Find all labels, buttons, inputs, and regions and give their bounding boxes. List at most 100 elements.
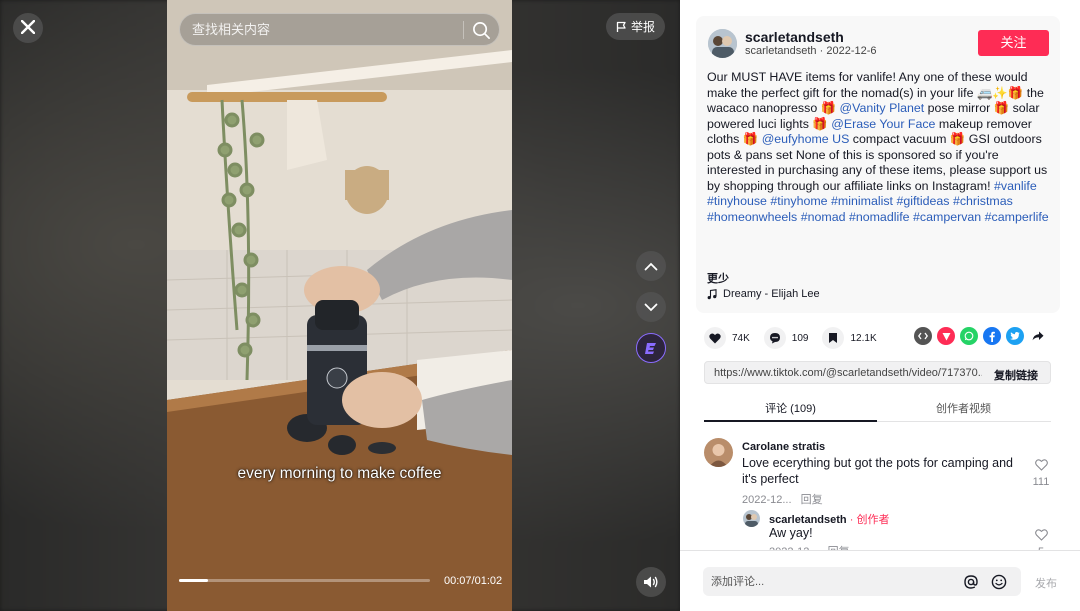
author-username[interactable]: scarletandseth — [745, 29, 844, 45]
comment-bar: 发布 — [680, 550, 1080, 611]
author-subline: scarletandseth · 2022-12-6 — [745, 45, 877, 57]
chevron-down-icon — [644, 303, 658, 311]
music-title: Dreamy - Elijah Lee — [723, 288, 820, 300]
hashtag-link[interactable]: #nomad — [801, 210, 846, 224]
volume-button[interactable] — [636, 567, 666, 597]
music-note-icon — [707, 288, 717, 299]
active-tab-indicator — [704, 420, 877, 422]
search-input[interactable] — [192, 14, 462, 45]
hashtag-link[interactable]: #vanlife — [994, 179, 1037, 193]
video-frame[interactable]: every morning to make coffee — [167, 0, 512, 611]
tabs: 评论 (109) 创作者视频 — [704, 392, 1051, 422]
progress-bar[interactable] — [179, 579, 430, 582]
next-video-button[interactable] — [636, 292, 666, 322]
heart-outline-icon — [1034, 529, 1048, 541]
commenter-avatar-image — [704, 438, 733, 467]
comment-count: 109 — [791, 332, 809, 344]
time-display: 00:07/01:02 — [444, 575, 503, 587]
at-mention-icon[interactable] — [963, 574, 979, 590]
share-link-url[interactable]: https://www.tiktok.com/@scarletandseth/v… — [714, 367, 982, 379]
creator-badge: 创作者 — [856, 514, 890, 526]
video-description: Our MUST HAVE items for vanlife! Any one… — [707, 70, 1053, 225]
effect-button[interactable] — [636, 333, 666, 363]
effect-icon — [645, 343, 656, 354]
video-scene — [167, 0, 512, 611]
tab-comments[interactable]: 评论 (109) — [704, 400, 877, 416]
comment-text: Love ecerything but got the pots for cam… — [742, 456, 1014, 486]
facebook-icon[interactable] — [983, 327, 1001, 345]
hashtag-link[interactable]: #giftideas — [896, 194, 949, 208]
details-panel: scarletandseth scarletandseth · 2022-12-… — [680, 0, 1080, 611]
save-button[interactable]: 12.1K — [822, 327, 877, 349]
comment-input-wrapper[interactable] — [703, 567, 1021, 596]
mention-link[interactable]: @Vanity Planet — [840, 101, 925, 115]
share-arrow-icon[interactable] — [1029, 327, 1047, 345]
engagement-stats: 74K 109 12.1K — [704, 327, 891, 349]
heart-icon — [704, 327, 726, 349]
comment-input[interactable] — [711, 567, 951, 596]
whatsapp-icon[interactable] — [960, 327, 978, 345]
copy-link-button[interactable]: 复制链接 — [994, 367, 1038, 383]
volume-icon — [644, 576, 658, 588]
search-icon[interactable] — [472, 21, 491, 40]
hashtag-link[interactable]: #christmas — [953, 194, 1013, 208]
search-divider — [463, 21, 464, 39]
follow-button[interactable]: 关注 — [978, 30, 1049, 56]
reply-button[interactable]: 回复 — [801, 494, 823, 506]
comment-like[interactable]: 111 — [1031, 458, 1051, 488]
video-caption: every morning to make coffee — [237, 465, 442, 482]
flag-icon — [616, 21, 626, 32]
hashtag-link[interactable]: #nomadlife — [849, 210, 910, 224]
hashtag-link[interactable]: #camperlife — [985, 210, 1049, 224]
report-button[interactable]: 举报 — [606, 13, 665, 40]
reply-text: Aw yay! — [769, 526, 813, 540]
music-info[interactable]: Dreamy - Elijah Lee — [707, 288, 820, 300]
mention-link[interactable]: @Erase Your Face — [831, 117, 935, 131]
reply-author[interactable]: scarletandseth · 创作者 — [769, 511, 889, 527]
author-avatar[interactable] — [708, 29, 737, 58]
post-comment-button[interactable]: 发布 — [1035, 575, 1057, 591]
chevron-up-icon — [644, 262, 658, 270]
like-count: 74K — [732, 332, 750, 344]
bookmark-icon — [822, 327, 845, 349]
commenter-avatar[interactable] — [704, 438, 733, 467]
like-button[interactable]: 74K — [704, 327, 750, 349]
hashtag-link[interactable]: #tinyhome — [770, 194, 827, 208]
report-label: 举报 — [630, 20, 655, 34]
tab-creator-videos[interactable]: 创作者视频 — [877, 400, 1050, 416]
comment-button[interactable]: 109 — [763, 327, 809, 349]
reply-author-name: scarletandseth — [769, 514, 847, 526]
save-count: 12.1K — [850, 332, 877, 344]
hashtag-link[interactable]: #minimalist — [831, 194, 893, 208]
author-handle: scarletandseth — [745, 45, 817, 57]
show-less-button[interactable]: 更少 — [707, 270, 729, 286]
share-icons — [914, 327, 1047, 345]
share-link-box: https://www.tiktok.com/@scarletandseth/v… — [704, 361, 1051, 384]
reply-separator: · — [849, 514, 854, 526]
hashtag-link[interactable]: #tinyhouse — [707, 194, 767, 208]
close-button[interactable] — [13, 13, 43, 43]
embed-icon[interactable] — [914, 327, 932, 345]
comment-bubble-icon — [763, 327, 786, 349]
twitter-icon[interactable] — [1006, 327, 1024, 345]
comment-like-count: 111 — [1032, 476, 1050, 488]
commenter-name[interactable]: Carolane stratis — [742, 441, 825, 453]
video-player[interactable]: every morning to make coffee 举报 — [0, 0, 680, 611]
heart-outline-icon — [1034, 459, 1048, 471]
emoji-icon[interactable] — [991, 574, 1007, 590]
previous-video-button[interactable] — [636, 251, 666, 281]
reply-avatar-image — [743, 510, 760, 527]
hashtag-link[interactable]: #homeonwheels — [707, 210, 797, 224]
video-info-card: scarletandseth scarletandseth · 2022-12-… — [696, 16, 1060, 313]
mention-link[interactable]: @eufyhome US — [762, 132, 850, 146]
search-box[interactable] — [179, 13, 500, 46]
close-icon — [20, 19, 36, 35]
progress-fill — [179, 579, 208, 582]
comment-date: 2022-12... — [742, 494, 792, 506]
send-icon[interactable] — [937, 327, 955, 345]
avatar-image — [708, 29, 737, 58]
hashtag-link[interactable]: #campervan — [913, 210, 981, 224]
post-date: 2022-12-6 — [826, 45, 877, 57]
reply-avatar[interactable] — [743, 510, 760, 527]
comment-meta: 2022-12... 回复 — [742, 491, 823, 507]
